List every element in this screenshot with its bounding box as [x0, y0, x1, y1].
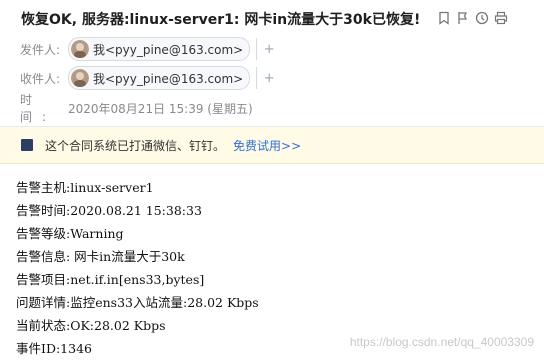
body-line: 当前状态:OK:28.02 Kbps	[16, 318, 166, 333]
mail-subject: 恢复OK, 服务器:linux-server1: 网卡in流量大于30k已恢复!	[21, 12, 421, 28]
body-line: 事件ID:1346	[16, 341, 92, 356]
time-value: 2020年08月21日 15:39 (星期五)	[68, 101, 253, 116]
sender-contact: 我<pyy_pine@163.com>	[93, 42, 244, 57]
time-label: 时间:	[20, 93, 57, 124]
add-contact-button[interactable]: +	[256, 38, 277, 60]
avatar	[71, 40, 89, 58]
watermark: https://blog.csdn.net/qq_40003309	[349, 335, 534, 349]
body-line: 告警时间:2020.08.21 15:38:33	[16, 203, 202, 218]
avatar	[71, 69, 89, 87]
notice-banner: 这个合同系统已打通微信、钉钉。 免费试用>>	[0, 127, 544, 164]
body-line: 告警主机:linux-server1	[16, 180, 154, 195]
mail-body: 告警主机:linux-server1 告警时间:2020.08.21 15:38:…	[16, 176, 259, 360]
recipient-row: 收件人: 我<pyy_pine@163.com> +	[20, 66, 277, 90]
notice-text: 这个合同系统已打通微信、钉钉。	[45, 138, 226, 153]
recipient-contact: 我<pyy_pine@163.com>	[93, 71, 244, 86]
recipient-chip[interactable]: 我<pyy_pine@163.com>	[68, 66, 251, 90]
body-line: 告警信息: 网卡in流量大于30k	[16, 249, 185, 264]
sender-row: 发件人: 我<pyy_pine@163.com> +	[20, 37, 277, 61]
body-line: 告警等级:Warning	[16, 226, 124, 241]
sender-chip[interactable]: 我<pyy_pine@163.com>	[68, 37, 251, 61]
bookmark-icon[interactable]	[437, 10, 451, 26]
mail-actions	[437, 10, 508, 26]
clock-icon[interactable]	[475, 10, 489, 26]
recipient-label: 收件人:	[20, 71, 61, 86]
add-contact-button[interactable]: +	[256, 67, 277, 89]
mail-header: 恢复OK, 服务器:linux-server1: 网卡in流量大于30k已恢复!…	[0, 0, 544, 125]
print-icon[interactable]	[494, 10, 508, 26]
free-trial-link[interactable]: 免费试用>>	[233, 137, 301, 154]
sender-label: 发件人:	[20, 42, 61, 57]
time-row: 时间: 2020年08月21日 15:39 (星期五)	[20, 93, 253, 124]
flag-icon[interactable]	[456, 10, 470, 26]
body-line: 问题详情:监控ens33入站流量:28.02 Kbps	[16, 295, 259, 310]
app-logo-icon	[21, 139, 33, 151]
body-line: 告警项目:net.if.in[ens33,bytes]	[16, 272, 205, 287]
